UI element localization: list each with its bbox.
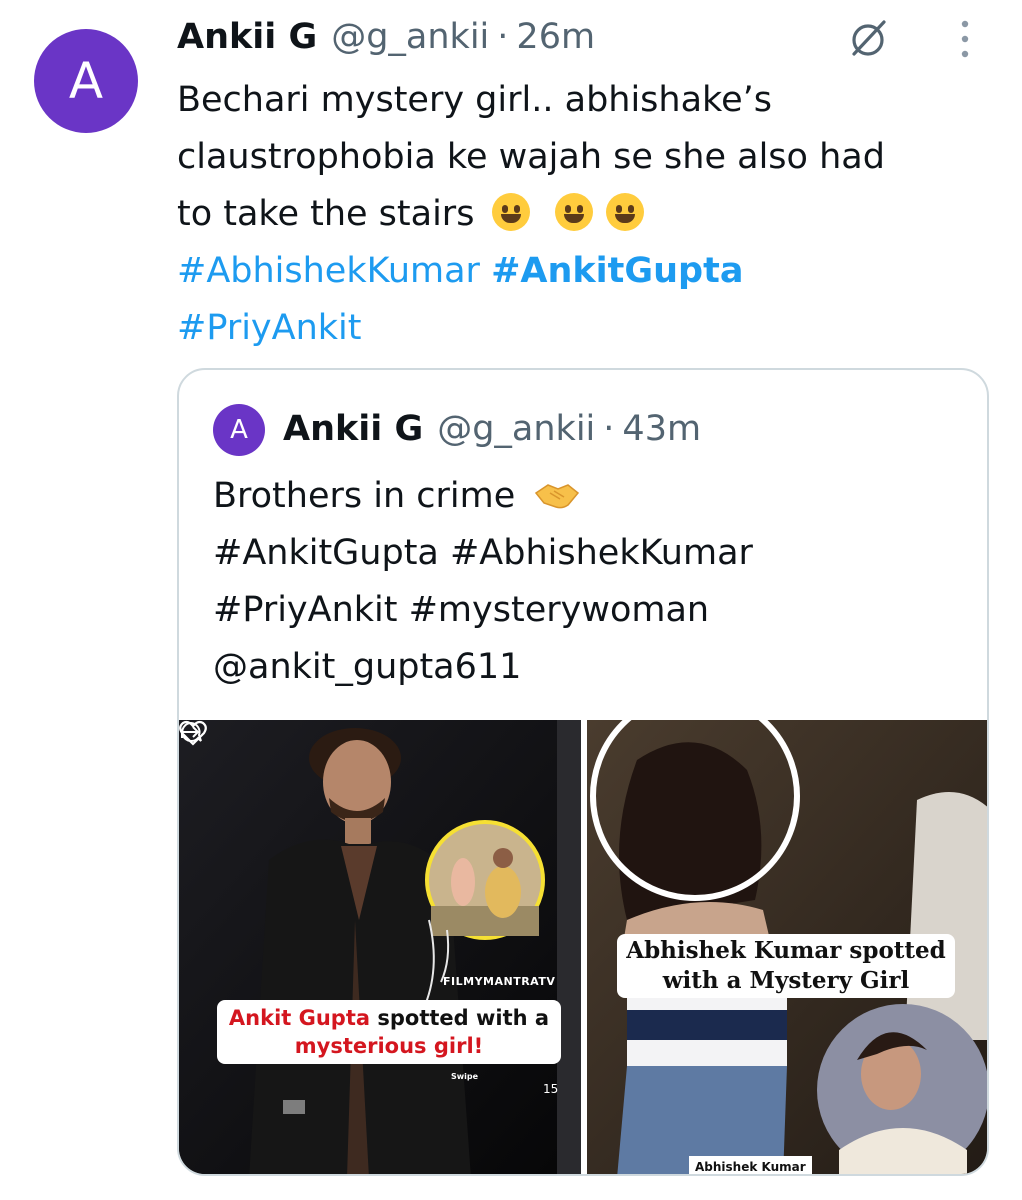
watermark: FILMYMANTRATV: [443, 975, 556, 988]
quoted-author-avatar[interactable]: A: [213, 404, 265, 456]
handshake-icon: [535, 484, 580, 509]
more-options-icon[interactable]: [955, 16, 975, 62]
author-name[interactable]: Ankii G: [177, 17, 317, 57]
grok-icon[interactable]: [846, 16, 890, 60]
tweet-text-line: to take the stairs: [177, 186, 977, 243]
face-with-tears-of-joy-icon: [554, 193, 593, 231]
caption-line: Abhishek Kumar spotted: [626, 937, 946, 964]
author-handle[interactable]: @g_ankii: [331, 17, 489, 57]
separator: ·: [497, 17, 509, 57]
quoted-tweet-card[interactable]: A Ankii G @g_ankii · 43m Brothers in cri…: [177, 368, 989, 1176]
smiling-face-with-tear-icon: [491, 193, 530, 231]
quoted-text-line: #PriyAnkit #mysterywoman: [213, 590, 710, 630]
photo-ankit-gupta: [179, 720, 581, 1174]
grinning-face-with-sweat-icon: [605, 193, 644, 231]
caption-text-red: mysterious girl!: [294, 1034, 484, 1058]
caption-text: spotted with a: [370, 1006, 550, 1030]
quoted-author-name: Ankii G: [283, 409, 424, 449]
hashtag-line: #PriyAnkit: [177, 300, 977, 357]
separator: ·: [603, 409, 615, 449]
share-icon: [181, 726, 200, 738]
quoted-tweet-header: Ankii G @g_ankii · 43m: [283, 406, 701, 452]
quoted-text-line: Brothers in crime: [213, 468, 973, 525]
image-caption: Ankit Gupta spotted with a mysterious gi…: [217, 1000, 561, 1064]
caption-name: Ankit Gupta: [228, 1006, 371, 1030]
avatar-letter: A: [68, 52, 104, 110]
tweet-header: Ankii G @g_ankii · 26m: [177, 14, 595, 60]
quoted-text-line: #AnkitGupta #AbhishekKumar: [213, 533, 753, 573]
quoted-text-segment: Brothers in crime: [213, 476, 516, 516]
hashtag-link[interactable]: #AnkitGupta: [491, 251, 743, 291]
hashtag-line: #AbhishekKumar #AnkitGupta: [177, 243, 977, 300]
name-tag: Abhishek Kumar: [689, 1156, 812, 1174]
author-avatar[interactable]: A: [34, 29, 138, 133]
quoted-text-line: @ankit_gupta611: [213, 647, 522, 687]
quoted-tweet-timestamp: 43m: [622, 409, 702, 449]
tweet-body: Bechari mystery girl.. abhishake’s claus…: [177, 72, 977, 357]
tweet-text-segment: to take the stairs: [177, 194, 475, 234]
image-caption: Abhishek Kumar spotted with a Mystery Gi…: [617, 934, 955, 998]
media-image-right[interactable]: Abhishek Kumar spotted with a Mystery Gi…: [587, 720, 987, 1174]
caption-line: with a Mystery Girl: [662, 967, 910, 994]
avatar-letter: A: [230, 415, 248, 445]
like-count: 15: [543, 1082, 559, 1096]
hashtag-link[interactable]: #PriyAnkit: [177, 308, 362, 348]
swipe-label: Swipe: [451, 1072, 479, 1081]
quoted-author-handle: @g_ankii: [437, 409, 596, 449]
tweet-timestamp[interactable]: 26m: [516, 17, 595, 57]
quoted-tweet-body: Brothers in crime #AnkitGupta #AbhishekK…: [213, 468, 973, 696]
media-image-left[interactable]: FILMYMANTRATV Ankit Gupta spotted with a…: [179, 720, 581, 1174]
tweet-text-line: claustrophobia ke wajah se she also had: [177, 137, 885, 177]
hashtag-link[interactable]: #AbhishekKumar: [177, 251, 480, 291]
tweet-text-line: Bechari mystery girl.. abhishake’s: [177, 80, 772, 120]
